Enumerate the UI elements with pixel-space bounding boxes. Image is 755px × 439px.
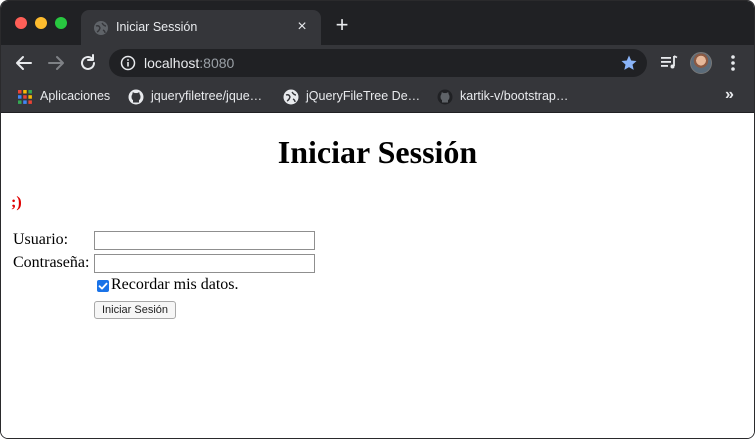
url-text: localhost:8080 xyxy=(144,55,234,71)
browser-toolbar: localhost:8080 xyxy=(1,45,754,81)
bookmark-label: jqueryfiletree/jque… xyxy=(151,89,263,103)
bookmark-star-icon[interactable] xyxy=(620,54,638,72)
close-icon[interactable]: × xyxy=(293,18,311,36)
address-bar[interactable]: localhost:8080 xyxy=(109,49,647,77)
username-label: Usuario: xyxy=(13,231,69,248)
github-icon xyxy=(437,89,453,105)
forward-arrow-icon[interactable] xyxy=(45,52,67,74)
bookmark-label: jQueryFileTree De… xyxy=(306,89,421,103)
tab-title: Iniciar Sessión xyxy=(116,20,198,34)
bookmark-aplicaciones[interactable]: Aplicaciones xyxy=(17,87,117,107)
more-menu-icon[interactable] xyxy=(725,53,741,73)
github-icon xyxy=(128,89,144,105)
page-title: Iniciar Sessión xyxy=(277,134,478,170)
globe-icon xyxy=(283,89,299,105)
bookmark-label: Aplicaciones xyxy=(40,89,111,103)
bookmarks-overflow-icon[interactable]: » xyxy=(725,86,734,104)
bookmarks-bar: Aplicaciones jqueryfiletree/jque… jQuery… xyxy=(1,81,754,113)
new-tab-button[interactable]: + xyxy=(332,14,352,36)
window-minimize-button[interactable] xyxy=(35,17,47,29)
avatar[interactable] xyxy=(690,52,712,74)
media-playlist-icon[interactable] xyxy=(659,53,679,73)
username-field[interactable] xyxy=(94,231,315,250)
url-host: localhost xyxy=(144,55,200,71)
status-message: ;) xyxy=(11,194,22,211)
bookmark-jqueryfiletree-github[interactable]: jqueryfiletree/jque… xyxy=(128,87,273,107)
apps-grid-icon xyxy=(17,89,33,105)
back-arrow-icon[interactable] xyxy=(13,52,35,74)
remember-label: Recordar mis datos. xyxy=(111,276,239,293)
browser-window: Iniciar Sessión × + localhost:8080 Aplic… xyxy=(0,0,755,439)
tab-strip: Iniciar Sessión × + xyxy=(1,1,754,45)
window-close-button[interactable] xyxy=(15,17,27,29)
url-port: :8080 xyxy=(199,55,235,71)
login-button[interactable]: Iniciar Sesión xyxy=(94,301,177,319)
window-maximize-button[interactable] xyxy=(55,17,67,29)
bookmark-kartik-bootstrap[interactable]: kartik-v/bootstrap… xyxy=(437,87,582,107)
info-icon[interactable] xyxy=(120,55,136,71)
password-field[interactable] xyxy=(94,254,315,273)
remember-checkbox[interactable] xyxy=(97,280,109,292)
password-label: Contraseña: xyxy=(13,254,90,271)
globe-icon xyxy=(93,20,109,36)
page-content: Iniciar Sessión ;) Usuario: Contraseña: … xyxy=(1,114,754,438)
reload-icon[interactable] xyxy=(77,52,99,74)
bookmark-label: kartik-v/bootstrap… xyxy=(460,89,569,103)
bookmark-jqueryfiletree-demo[interactable]: jQueryFileTree De… xyxy=(283,87,423,107)
tab-active[interactable]: Iniciar Sessión × xyxy=(81,10,321,45)
